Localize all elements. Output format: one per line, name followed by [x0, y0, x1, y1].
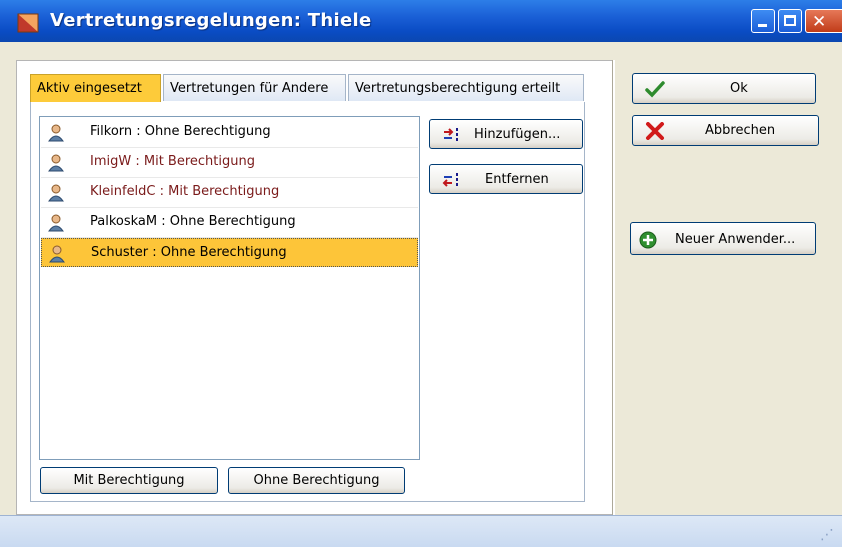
ok-button[interactable]: Ok — [632, 73, 816, 104]
tab-vertretungen-fuer-andere[interactable]: Vertretungen für Andere — [163, 74, 346, 101]
checkmark-icon — [645, 81, 665, 98]
list-item[interactable]: PalkoskaM : Ohne Berechtigung — [41, 208, 418, 238]
user-icon — [48, 124, 64, 142]
list-item[interactable]: Filkorn : Ohne Berechtigung — [41, 118, 418, 148]
list-item[interactable]: ImigW : Mit Berechtigung — [41, 148, 418, 178]
list-item-label: KleinfeldC : Mit Berechtigung — [90, 184, 280, 199]
list-item-selected[interactable]: Schuster : Ohne Berechtigung — [41, 238, 418, 267]
add-button-label: Hinzufügen... — [474, 127, 561, 142]
tab-aktiv-eingesetzt[interactable]: Aktiv eingesetzt — [30, 74, 161, 102]
cancel-button-label: Abbrechen — [705, 123, 776, 138]
remove-arrow-icon — [442, 173, 458, 187]
user-icon — [48, 154, 64, 172]
window-app-icon — [17, 13, 39, 33]
remove-button-label: Entfernen — [485, 172, 549, 187]
green-plus-icon — [639, 231, 657, 249]
filter-ohne-berechtigung-button[interactable]: Ohne Berechtigung — [228, 467, 405, 494]
resize-grip-icon[interactable]: ⋰ — [820, 527, 834, 543]
list-item-label: PalkoskaM : Ohne Berechtigung — [90, 214, 296, 229]
ok-button-label: Ok — [730, 81, 748, 96]
filter-ohne-label: Ohne Berechtigung — [253, 473, 380, 488]
substitutes-list[interactable]: Filkorn : Ohne Berechtigung ImigW : Mit … — [39, 116, 420, 460]
panel-divider — [612, 60, 615, 515]
list-item-label: Filkorn : Ohne Berechtigung — [90, 124, 271, 139]
close-icon: ✕ — [812, 12, 827, 32]
list-item-label: Schuster : Ohne Berechtigung — [91, 245, 287, 260]
new-user-button-label: Neuer Anwender... — [675, 232, 796, 247]
filter-mit-label: Mit Berechtigung — [73, 473, 185, 488]
user-icon — [48, 184, 64, 202]
red-x-icon — [646, 122, 664, 140]
list-item-label: ImigW : Mit Berechtigung — [90, 154, 255, 169]
close-button[interactable]: ✕ — [805, 9, 842, 33]
user-icon — [49, 245, 65, 263]
filter-mit-berechtigung-button[interactable]: Mit Berechtigung — [40, 467, 218, 494]
title-bar[interactable]: Vertretungsregelungen: Thiele ✕ — [0, 0, 842, 42]
maximize-button[interactable] — [778, 9, 802, 33]
dialog-window: Vertretungsregelungen: Thiele ✕ Aktiv ei… — [0, 0, 842, 547]
cancel-button[interactable]: Abbrechen — [632, 115, 819, 146]
maximize-icon — [784, 15, 796, 26]
minimize-icon — [758, 24, 767, 27]
minimize-button[interactable] — [751, 9, 775, 33]
list-item[interactable]: KleinfeldC : Mit Berechtigung — [41, 178, 418, 208]
window-title: Vertretungsregelungen: Thiele — [50, 10, 372, 31]
tab-vertretungsberechtigung-erteilt[interactable]: Vertretungsberechtigung erteilt — [348, 74, 584, 101]
add-button[interactable]: Hinzufügen... — [429, 119, 583, 149]
user-icon — [48, 214, 64, 232]
add-arrow-icon — [444, 128, 458, 141]
status-bar: ⋰ — [0, 515, 842, 547]
remove-button[interactable]: Entfernen — [429, 164, 583, 194]
new-user-button[interactable]: Neuer Anwender... — [630, 222, 816, 255]
